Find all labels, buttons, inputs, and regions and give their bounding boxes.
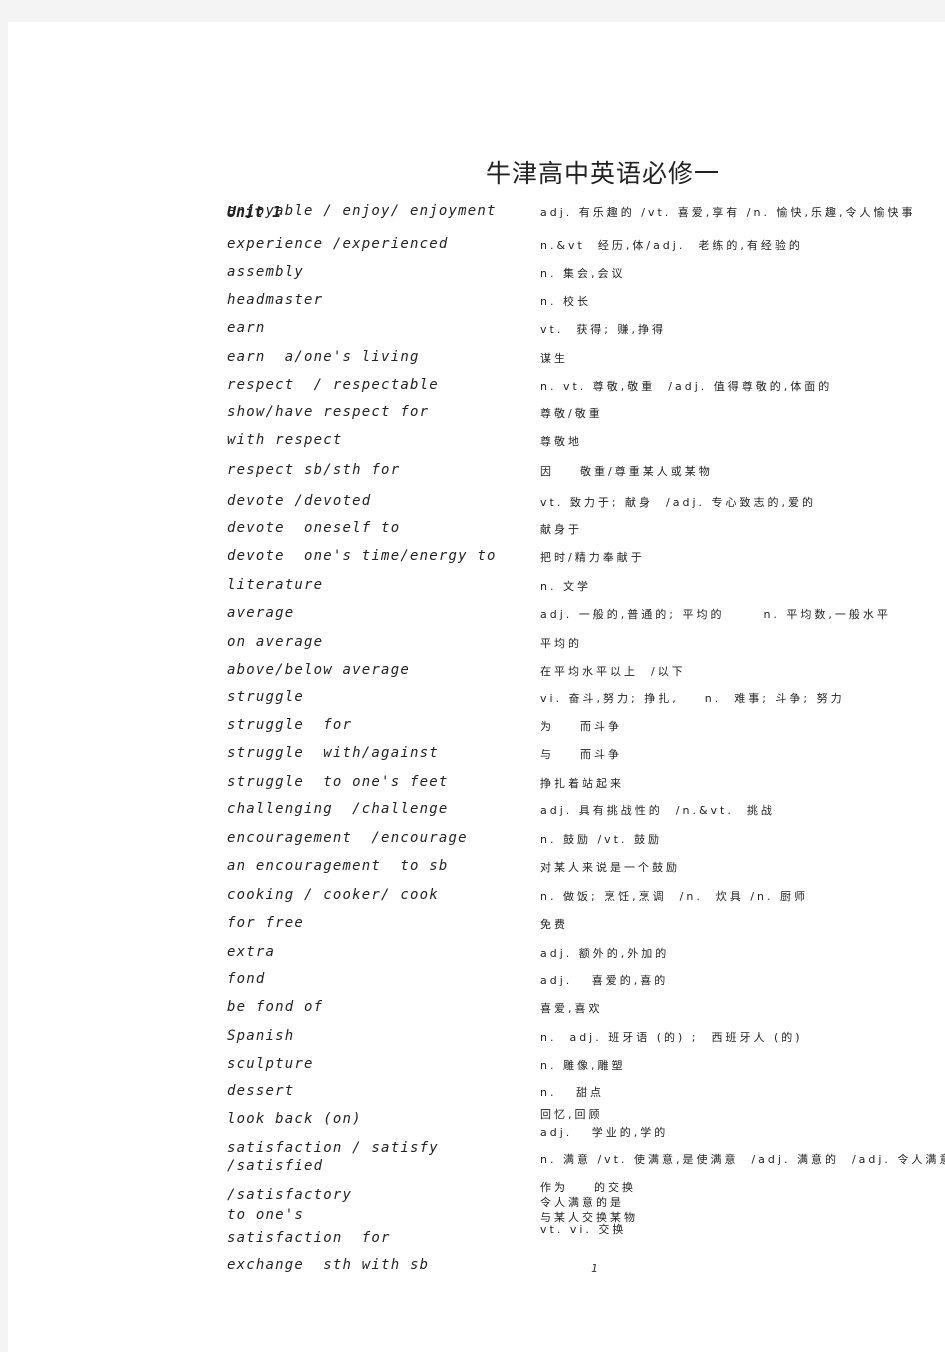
page-number: 1 xyxy=(591,1262,598,1275)
vocab-definition: adj. 有乐趣的 /vt. 喜爱,享有 /n. 愉快,乐趣,令人愉快事 xyxy=(540,206,916,219)
vocab-definition: n. 集会,会议 xyxy=(540,267,626,280)
vocab-definition-row: n. 集会,会议 xyxy=(8,264,945,284)
vocab-definition: 在平均水平以上 /以下 xyxy=(540,665,686,678)
vocab-definition-row: vt. vi. 交换 xyxy=(8,1220,945,1240)
vocab-definition-row: 尊敬/敬重 xyxy=(8,404,945,424)
vocab-definition: 免费 xyxy=(540,918,568,931)
vocab-definition-row: adj. 额外的,外加的 xyxy=(8,944,945,964)
vocab-definition-row: adj. 有乐趣的 /vt. 喜爱,享有 /n. 愉快,乐趣,令人愉快事 xyxy=(8,203,945,223)
vocab-definition-row: 尊敬地 xyxy=(8,432,945,452)
vocab-definition: adj. 额外的,外加的 xyxy=(540,947,670,960)
vocab-definition: n.&vt 经历,体/adj. 老练的,有经验的 xyxy=(540,239,803,252)
vocab-definition-row: 在平均水平以上 /以下 xyxy=(8,662,945,682)
vocab-entry: exchange sth with sb xyxy=(8,1257,945,1277)
document-page: 牛津高中英语必修一 Unit 1 enjoyable / enjoy/ enjo… xyxy=(8,22,945,1352)
vocab-definition-row: adj. 学业的,学的 xyxy=(8,1123,945,1143)
vocab-definition-row: n. 鼓励 /vt. 鼓励 xyxy=(8,830,945,850)
vocab-definition-row: 因 敬重/尊重某人或某物 xyxy=(8,462,945,482)
vocab-definition: n. 雕像,雕塑 xyxy=(540,1059,626,1072)
vocab-definition: vi. 奋斗,努力; 挣扎, n. 难事; 斗争; 努力 xyxy=(540,692,845,705)
vocab-definition: 尊敬/敬重 xyxy=(540,407,603,420)
vocab-definition: 献身于 xyxy=(540,523,582,536)
vocab-definition: 平均的 xyxy=(540,637,582,650)
vocab-definition-row: n. adj. 班牙语 (的) ; 西班牙人 (的) xyxy=(8,1028,945,1048)
vocab-definition: n. 满意 /vt. 使满意,是使满意 /adj. 满意的 /adj. 令人满意… xyxy=(540,1153,945,1166)
vocab-definition-row: n. 做饭; 烹饪,烹调 /n. 炊具 /n. 厨师 xyxy=(8,887,945,907)
vocab-definition-row: n. 甜点 xyxy=(8,1083,945,1103)
vocab-definition-row: 挣扎着站起来 xyxy=(8,774,945,794)
vocab-definition: 喜爱,喜欢 xyxy=(540,1002,603,1015)
vocab-definition: 回忆,回顾 xyxy=(540,1108,603,1121)
vocab-definition: adj. 学业的,学的 xyxy=(540,1126,669,1139)
vocab-definition-row: 把时/精力奉献于 xyxy=(8,548,945,568)
vocab-definition-row: 对某人来说是一个鼓励 xyxy=(8,858,945,878)
vocab-definition: n. 文学 xyxy=(540,580,591,593)
vocab-definition-row: n. 满意 /vt. 使满意,是使满意 /adj. 满意的 /adj. 令人满意… xyxy=(8,1150,945,1170)
vocab-definition: 挣扎着站起来 xyxy=(540,777,624,790)
vocab-definition: 把时/精力奉献于 xyxy=(540,551,645,564)
vocab-definition-row: n. 雕像,雕塑 xyxy=(8,1056,945,1076)
vocab-definition: n. vt. 尊敬,敬重 /adj. 值得尊敬的,体面的 xyxy=(540,380,833,393)
vocab-definition-row: 与 而斗争 xyxy=(8,745,945,765)
vocab-definition-row: 谋生 xyxy=(8,349,945,369)
vocab-definition-row: 喜爱,喜欢 xyxy=(8,999,945,1019)
vocab-definition-row: 免费 xyxy=(8,915,945,935)
vocab-definition-row: vt. 获得; 赚,挣得 xyxy=(8,320,945,340)
vocab-definition-row: adj. 喜爱的,喜的 xyxy=(8,971,945,991)
vocab-definition: n. 校长 xyxy=(540,295,591,308)
vocab-definition: 对某人来说是一个鼓励 xyxy=(540,861,680,874)
vocab-definition: n. 鼓励 /vt. 鼓励 xyxy=(540,833,662,846)
vocab-definition-row: adj. 一般的,普通的; 平均的 n. 平均数,一般水平 xyxy=(8,605,945,625)
vocab-definition-row: vt. 致力于; 献身 /adj. 专心致志的,爱的 xyxy=(8,493,945,513)
vocab-definition: 谋生 xyxy=(540,352,568,365)
vocab-definition-row: 为 而斗争 xyxy=(8,717,945,737)
vocab-definition-row: n. vt. 尊敬,敬重 /adj. 值得尊敬的,体面的 xyxy=(8,377,945,397)
vocab-definition-row: n. 文学 xyxy=(8,577,945,597)
vocab-definition: vt. 致力于; 献身 /adj. 专心致志的,爱的 xyxy=(540,496,816,509)
vocab-definition: vt. 获得; 赚,挣得 xyxy=(540,323,667,336)
vocab-definition: 为 而斗争 xyxy=(540,720,622,733)
vocab-definition-row: 平均的 xyxy=(8,634,945,654)
vocab-definition: 因 敬重/尊重某人或某物 xyxy=(540,465,713,478)
vocab-term: exchange sth with sb xyxy=(227,1257,430,1273)
vocab-definition-row: vi. 奋斗,努力; 挣扎, n. 难事; 斗争; 努力 xyxy=(8,689,945,709)
vocab-definition-row: n.&vt 经历,体/adj. 老练的,有经验的 xyxy=(8,236,945,256)
vocab-definition: adj. 具有挑战性的 /n.&vt. 挑战 xyxy=(540,804,775,817)
vocab-definition: adj. 喜爱的,喜的 xyxy=(540,974,669,987)
vocab-definition: adj. 一般的,普通的; 平均的 n. 平均数,一般水平 xyxy=(540,608,891,621)
vocab-definition-row: 回忆,回顾 xyxy=(8,1105,945,1125)
vocab-definition: n. adj. 班牙语 (的) ; 西班牙人 (的) xyxy=(540,1031,803,1044)
vocab-definition: vt. vi. 交换 xyxy=(540,1223,627,1236)
vocab-definition: 尊敬地 xyxy=(540,435,582,448)
document-title: 牛津高中英语必修一 xyxy=(485,159,720,188)
vocab-definition-row: adj. 具有挑战性的 /n.&vt. 挑战 xyxy=(8,801,945,821)
vocab-definition-row: 献身于 xyxy=(8,520,945,540)
vocab-definition-row: n. 校长 xyxy=(8,292,945,312)
vocab-definition: n. 甜点 xyxy=(540,1086,604,1099)
vocab-definition: n. 做饭; 烹饪,烹调 /n. 炊具 /n. 厨师 xyxy=(540,890,808,903)
vocab-definition: 与 而斗争 xyxy=(540,748,622,761)
